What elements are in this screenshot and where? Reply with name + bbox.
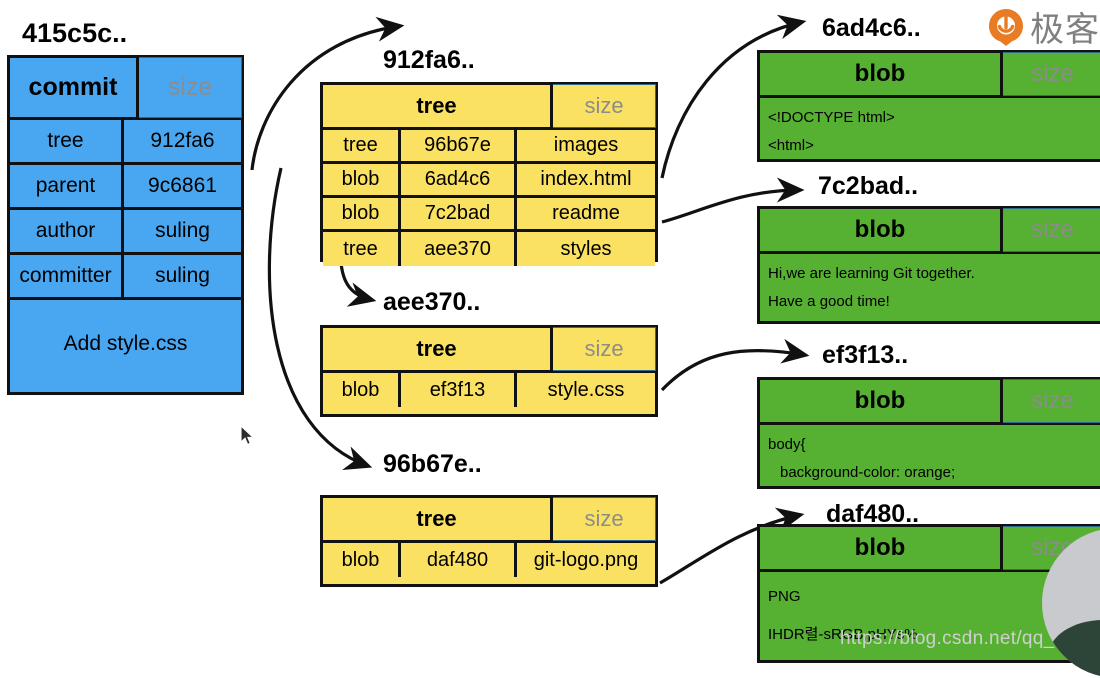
- tree-row: blob 7c2bad readme: [323, 198, 655, 232]
- tree-entry-hash: 7c2bad: [401, 198, 517, 229]
- tree-entry-mode: blob: [323, 543, 401, 577]
- tree-object-aee370[interactable]: tree size blob ef3f13 style.css: [320, 325, 658, 417]
- blob-6ad4c6-content: <!DOCTYPE html> <html>: [760, 98, 1100, 164]
- tree-entry-name: readme: [517, 198, 655, 229]
- brand-watermark: 极客: [986, 2, 1100, 51]
- commit-value-author: suling: [124, 210, 241, 252]
- commit-message: Add style.css: [10, 300, 241, 387]
- tree-96b67e-type-label: tree: [323, 498, 553, 540]
- tree-entry-hash: ef3f13: [401, 373, 517, 407]
- tree-entry-hash: 6ad4c6: [401, 164, 517, 195]
- tree-entry-name: images: [517, 130, 655, 161]
- mouse-cursor-icon: [240, 425, 255, 446]
- tree-96b67e-size-label: size: [553, 497, 656, 541]
- tree-entry-mode: tree: [323, 232, 401, 266]
- commit-key-committer: committer: [10, 255, 124, 297]
- tree-aee370-header: tree size: [323, 327, 656, 373]
- blob-6ad4c6-type-label: blob: [760, 53, 1003, 95]
- tree-aee370-type-label: tree: [323, 328, 553, 370]
- tree-entry-mode: blob: [323, 373, 401, 407]
- blob-object-ef3f13[interactable]: blob size body{ background-color: orange…: [757, 377, 1100, 489]
- webcam-person-silhouette: [1048, 620, 1100, 678]
- blob-object-6ad4c6[interactable]: blob size <!DOCTYPE html> <html>: [757, 50, 1100, 162]
- blob-7c2bad-label: 7c2bad..: [818, 172, 919, 200]
- blob-daf480-type-label: blob: [760, 527, 1003, 569]
- tree-912fa6-header: tree size: [323, 84, 656, 130]
- commit-value-committer: suling: [124, 255, 241, 297]
- tree-row: blob 6ad4c6 index.html: [323, 164, 655, 198]
- tree-object-912fa6[interactable]: tree size tree 96b67e images blob 6ad4c6…: [320, 82, 658, 266]
- tree-row: tree 96b67e images: [323, 130, 655, 164]
- tree-entry-name: style.css: [517, 373, 655, 407]
- tree-912fa6-label: 912fa6..: [383, 46, 475, 74]
- blob-content-line: <!DOCTYPE html>: [768, 109, 895, 126]
- tree-entry-name: index.html: [517, 164, 655, 195]
- jike-logo-icon: [989, 8, 1023, 46]
- blob-daf480-header: blob size: [760, 526, 1100, 572]
- commit-object[interactable]: commit size tree 912fa6 parent 9c6861 au…: [7, 55, 255, 446]
- blob-7c2bad-header: blob size: [760, 208, 1100, 254]
- tree-912fa6-type-label: tree: [323, 85, 553, 127]
- commit-value-parent: 9c6861: [124, 165, 241, 207]
- blob-7c2bad-content: Hi,we are learning Git together. Have a …: [760, 254, 1100, 320]
- commit-row-tree: tree 912fa6: [10, 120, 241, 165]
- blob-content-line: Hi,we are learning Git together.: [768, 265, 975, 282]
- tree-entry-name: styles: [517, 232, 655, 266]
- blob-6ad4c6-header: blob size: [760, 52, 1100, 98]
- blob-6ad4c6-size-label: size: [1003, 52, 1100, 96]
- blob-content-line: <html>: [768, 137, 814, 154]
- commit-row-parent: parent 9c6861: [10, 165, 241, 210]
- commit-label: 415c5c..: [22, 18, 128, 48]
- tree-912fa6-size-label: size: [553, 84, 656, 128]
- commit-key-author: author: [10, 210, 124, 252]
- blob-ef3f13-header: blob size: [760, 379, 1100, 425]
- diagram-canvas: 415c5c.. commit size tree 912fa6 parent …: [0, 0, 1100, 678]
- tree-entry-mode: blob: [323, 198, 401, 229]
- commit-type-label: commit: [10, 58, 139, 117]
- tree-entry-hash: 96b67e: [401, 130, 517, 161]
- blob-content-line: Have a good time!: [768, 293, 890, 310]
- tree-row: blob ef3f13 style.css: [323, 373, 655, 407]
- blob-7c2bad-type-label: blob: [760, 209, 1003, 251]
- tree-object-96b67e[interactable]: tree size blob daf480 git-logo.png: [320, 495, 658, 587]
- blob-7c2bad-size-label: size: [1003, 208, 1100, 252]
- tree-aee370-label: aee370..: [383, 288, 481, 316]
- tree-entry-mode: blob: [323, 164, 401, 195]
- blob-content-line: body{: [768, 436, 806, 453]
- blob-object-7c2bad[interactable]: blob size Hi,we are learning Git togethe…: [757, 206, 1100, 324]
- blob-ef3f13-type-label: blob: [760, 380, 1003, 422]
- commit-value-tree: 912fa6: [124, 120, 241, 162]
- commit-header: commit size: [10, 57, 242, 120]
- tree-row: blob daf480 git-logo.png: [323, 543, 655, 577]
- blob-content-line: background-color: orange;: [780, 464, 956, 481]
- blob-ef3f13-content: body{ background-color: orange;: [760, 425, 1100, 491]
- tree-entry-hash: daf480: [401, 543, 517, 577]
- commit-row-author: author suling: [10, 210, 241, 255]
- commit-key-parent: parent: [10, 165, 124, 207]
- tree-row: tree aee370 styles: [323, 232, 655, 266]
- tree-entry-hash: aee370: [401, 232, 517, 266]
- tree-96b67e-label: 96b67e..: [383, 450, 482, 478]
- tree-aee370-size-label: size: [553, 327, 656, 371]
- commit-key-tree: tree: [10, 120, 124, 162]
- blob-ef3f13-size-label: size: [1003, 379, 1100, 423]
- commit-size-label: size: [139, 57, 242, 118]
- brand-watermark-text: 极客: [1030, 10, 1100, 50]
- tree-entry-name: git-logo.png: [517, 543, 655, 577]
- tree-96b67e-header: tree size: [323, 497, 656, 543]
- blob-6ad4c6-label: 6ad4c6..: [822, 14, 921, 42]
- tree-entry-mode: tree: [323, 130, 401, 161]
- commit-row-committer: committer suling: [10, 255, 241, 300]
- blob-ef3f13-label: ef3f13..: [822, 341, 909, 369]
